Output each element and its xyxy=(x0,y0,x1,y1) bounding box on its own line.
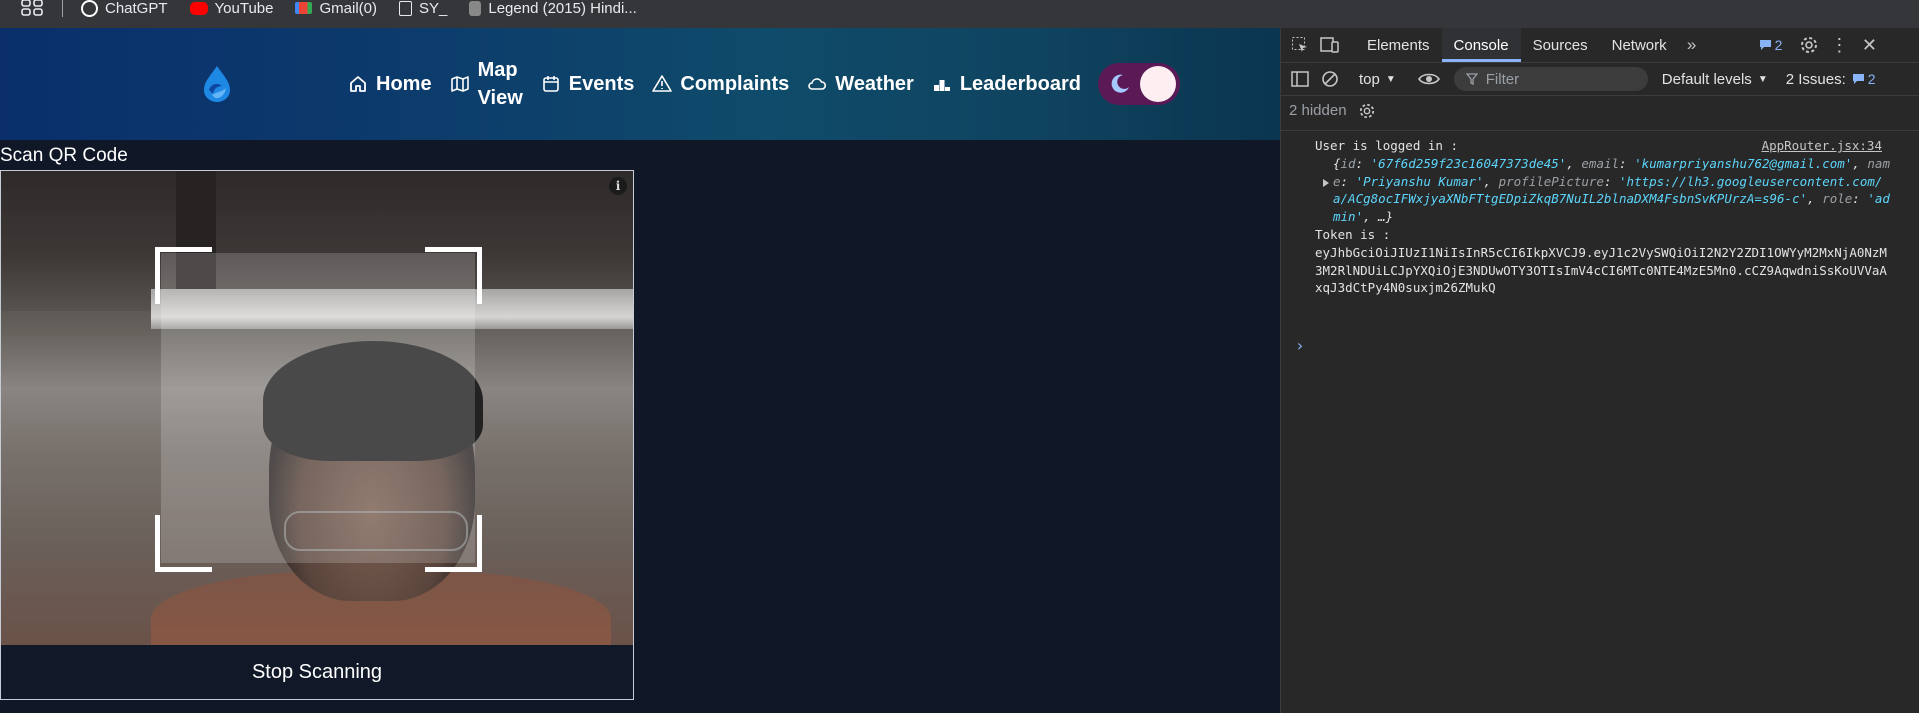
main-nav: Home Map View Events Complaints Weather xyxy=(348,28,1081,140)
scan-corner-bottom-left xyxy=(155,515,212,572)
bookmark-youtube[interactable]: YouTube xyxy=(189,0,274,17)
water-drop-logo-icon[interactable] xyxy=(200,64,234,104)
devtools-panel: Elements Console Sources Network » 2 ⋮ ✕… xyxy=(1280,28,1919,713)
issues-count: 2 xyxy=(1867,71,1876,87)
moon-icon xyxy=(1111,74,1129,93)
context-label: top xyxy=(1359,70,1380,88)
log-levels-dropdown[interactable]: Default levels ▼ xyxy=(1662,71,1768,88)
scan-title: Scan QR Code xyxy=(0,145,128,166)
nav-map-view[interactable]: Map View xyxy=(450,56,523,112)
console-toolbar: top ▼ Filter Default levels ▼ 2 Issues: … xyxy=(1281,63,1919,96)
device-toolbar-icon[interactable] xyxy=(1319,34,1341,56)
devtools-tabbar: Elements Console Sources Network » 2 ⋮ ✕ xyxy=(1281,28,1919,63)
dropdown-arrow-icon: ▼ xyxy=(1385,73,1396,85)
chatgpt-icon xyxy=(81,0,98,17)
theme-toggle[interactable] xyxy=(1098,63,1180,105)
close-icon[interactable]: ✕ xyxy=(1858,34,1880,56)
filter-input[interactable]: Filter xyxy=(1453,67,1648,91)
expand-triangle-icon[interactable] xyxy=(1323,178,1329,187)
message-icon xyxy=(1852,74,1864,84)
kebab-menu-icon[interactable]: ⋮ xyxy=(1828,34,1850,56)
nav-leaderboard-label: Leaderboard xyxy=(959,72,1081,95)
log-object[interactable]: {id: '67f6d259f23c16047373de45', email: … xyxy=(1315,155,1890,226)
settings-gear-icon[interactable] xyxy=(1359,103,1375,119)
calendar-icon xyxy=(542,76,559,92)
log-source-link[interactable]: AppRouter.jsx:34 xyxy=(1762,137,1882,155)
nav-complaints[interactable]: Complaints xyxy=(652,73,789,96)
nav-events-label: Events xyxy=(568,72,635,95)
messages-badge[interactable]: 2 xyxy=(1759,37,1783,53)
nav-map-view-label: Map View xyxy=(478,56,523,112)
scan-corner-top-left xyxy=(155,247,212,304)
log-levels-label: Default levels xyxy=(1661,70,1752,88)
apps-grid-icon[interactable] xyxy=(20,0,46,16)
camera-feed: i xyxy=(1,171,633,645)
bookmark-label: SY_ xyxy=(419,0,448,17)
nav-home-label: Home xyxy=(376,72,432,95)
app-viewport: Home Map View Events Complaints Weather xyxy=(0,28,1280,713)
bookmark-chatgpt[interactable]: ChatGPT xyxy=(81,0,168,17)
issues-button[interactable]: 2 Issues: 2 xyxy=(1786,71,1876,88)
filter-icon xyxy=(1465,73,1478,85)
tab-elements[interactable]: Elements xyxy=(1355,28,1442,62)
site-icon xyxy=(469,0,482,16)
tab-network[interactable]: Network xyxy=(1600,28,1679,62)
nav-leaderboard[interactable]: Leaderboard xyxy=(932,73,1081,96)
scan-corner-top-right xyxy=(425,247,482,304)
leaderboard-icon xyxy=(933,80,950,91)
dropdown-arrow-icon: ▼ xyxy=(1757,73,1768,85)
bookmark-label: Gmail(0) xyxy=(319,0,377,17)
info-icon[interactable]: i xyxy=(609,177,627,195)
gmail-icon xyxy=(295,2,313,14)
bookmark-sy[interactable]: SY_ xyxy=(399,0,447,17)
bookmark-label: YouTube xyxy=(214,0,274,17)
more-tabs-icon[interactable]: » xyxy=(1681,34,1703,56)
hidden-messages: 2 hidden xyxy=(1289,102,1375,119)
toggle-knob xyxy=(1140,66,1176,102)
settings-gear-icon[interactable] xyxy=(1798,34,1820,56)
nav-complaints-label: Complaints xyxy=(680,72,790,95)
issues-label: 2 Issues: xyxy=(1785,70,1846,88)
bookmark-legend[interactable]: Legend (2015) Hindi... xyxy=(469,0,637,17)
log-token-label: Token is : xyxy=(1315,226,1391,242)
console-log-entry: User is logged in : AppRouter.jsx:34 {id… xyxy=(1281,131,1919,301)
message-icon xyxy=(1759,40,1771,50)
map-icon xyxy=(450,76,469,92)
filter-placeholder: Filter xyxy=(1485,70,1520,88)
tab-sources[interactable]: Sources xyxy=(1521,28,1600,62)
inspect-element-icon[interactable] xyxy=(1289,34,1311,56)
document-icon xyxy=(399,0,412,16)
log-token-value: eyJhbGciOiJIUzI1NiIsInR5cCI6IkpXVCJ9.eyJ… xyxy=(1315,244,1887,296)
bookmark-label: ChatGPT xyxy=(105,0,168,17)
context-selector[interactable]: top ▼ xyxy=(1359,71,1396,88)
nav-events[interactable]: Events xyxy=(541,72,635,96)
nav-home[interactable]: Home xyxy=(348,73,432,96)
navbar: Home Map View Events Complaints Weather xyxy=(0,28,1280,140)
youtube-icon xyxy=(189,1,208,15)
home-icon xyxy=(350,76,366,92)
warning-icon xyxy=(652,75,673,92)
console-prompt-icon[interactable]: › xyxy=(1295,337,1305,355)
bookmark-gmail[interactable]: Gmail(0) xyxy=(295,0,377,17)
qr-scanner-panel: i Stop Scanning xyxy=(0,170,634,700)
scan-corner-bottom-right xyxy=(425,515,482,572)
nav-map-line1: Map xyxy=(477,59,518,81)
messages-count: 2 xyxy=(1774,37,1783,53)
clear-console-icon[interactable] xyxy=(1319,68,1341,90)
eye-icon[interactable] xyxy=(1417,68,1440,90)
console-output: User is logged in : AppRouter.jsx:34 {id… xyxy=(1281,130,1919,354)
cloud-icon xyxy=(808,78,827,90)
bookmarks-separator xyxy=(62,0,63,17)
bookmark-label: Legend (2015) Hindi... xyxy=(488,0,637,17)
nav-map-line2: View xyxy=(477,87,523,109)
issues-badge: 2 xyxy=(1852,71,1876,87)
hidden-count-label: 2 hidden xyxy=(1289,102,1347,119)
bookmarks-bar: ChatGPT YouTube Gmail(0) SY_ Legend (201… xyxy=(0,0,1919,28)
nav-weather-label: Weather xyxy=(835,72,914,95)
nav-weather[interactable]: Weather xyxy=(807,73,914,96)
stop-scanning-button[interactable]: Stop Scanning xyxy=(1,645,633,699)
sidebar-toggle-icon[interactable] xyxy=(1289,68,1311,90)
tab-console[interactable]: Console xyxy=(1441,28,1521,62)
